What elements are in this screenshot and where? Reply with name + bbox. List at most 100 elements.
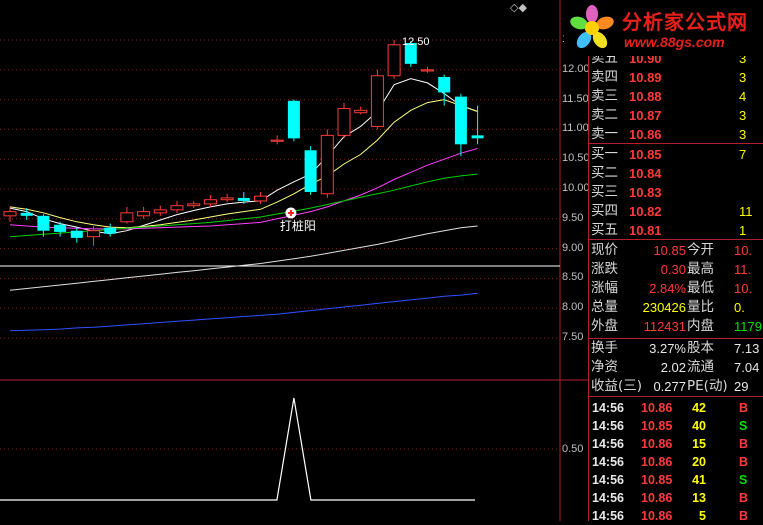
candle [137, 206, 151, 219]
tick-row[interactable]: 14:56 10.86 20 B [589, 453, 763, 471]
candle [454, 93, 467, 157]
signal-label: 打桩阳 [280, 218, 316, 233]
bid-row: 买二 10.84 [591, 165, 662, 181]
candle [370, 69, 384, 130]
ma-line-ma120 [9, 292, 478, 332]
quote-row: 总量 230426 量比 0. [591, 299, 745, 315]
candle-body [454, 96, 467, 145]
kline-chart[interactable]: 12.50 打桩阳 [0, 0, 588, 521]
candle-body [254, 195, 267, 202]
candle-body [304, 150, 317, 192]
tick-row[interactable]: 14:56 10.86 15 B [589, 435, 763, 453]
candle-body [438, 76, 451, 93]
quote-row: 涨幅 2.84% 最低 10. [591, 280, 753, 296]
ask-row: 卖二 10.87 3 [591, 107, 747, 123]
candle-body [370, 75, 384, 127]
candle-body [54, 224, 67, 232]
candle-body [37, 215, 50, 231]
candle [304, 146, 317, 195]
flower-logo-icon [570, 5, 614, 49]
candle-body [354, 109, 368, 114]
candle-body [153, 209, 167, 214]
tick-row[interactable]: 14:56 10.85 40 S [589, 417, 763, 435]
candle-body [120, 212, 134, 223]
bid-row: 买三 10.83 [591, 184, 662, 200]
bid-row: 买四 10.82 11 [591, 203, 753, 219]
tick-row[interactable]: 14:56 10.86 5 B [589, 507, 763, 525]
bid-row: 买一 10.85 7 [591, 146, 747, 162]
candle [320, 129, 334, 198]
candle [153, 205, 167, 216]
sub-indicator [0, 397, 475, 501]
divider [589, 396, 763, 397]
candle-body [220, 197, 234, 201]
ask-row: 卖三 10.88 4 [591, 88, 747, 104]
candle-body [137, 211, 151, 217]
candle-body [104, 227, 117, 234]
candle-body [87, 230, 100, 238]
ask-row: 卖四 10.89 3 [591, 69, 747, 85]
fundamental-row: 换手 3.27% 股本 7.13 [591, 340, 760, 356]
bid-row: 买五 10.81 1 [591, 222, 747, 238]
fundamental-row: 净资 2.02 流通 7.04 [591, 359, 760, 375]
candle [254, 191, 267, 204]
price-tick-label: 12.00 [562, 62, 590, 75]
sub-tick-label: 0.50 [562, 443, 584, 455]
price-tick-label: 11.00 [562, 122, 589, 135]
price-tick-label: 10.50 [562, 152, 590, 165]
candle [70, 227, 83, 243]
price-tick-label: 9.00 [562, 241, 584, 254]
candle-body [70, 230, 83, 238]
ma-line-ma30 [9, 173, 478, 238]
candle [37, 214, 50, 237]
ma-line-ma5 [9, 78, 478, 235]
candle [387, 40, 401, 79]
candle-body [471, 135, 484, 139]
quote-row: 现价 10.85 今开 10. [591, 242, 753, 258]
candle-body [237, 197, 250, 201]
quote-row: 涨跌 0.30 最高 11. [591, 261, 752, 277]
candle [421, 66, 434, 73]
price-tick-label: 11.50 [562, 92, 589, 105]
price-tick-label: 8.00 [562, 301, 584, 314]
candle-body [187, 203, 201, 207]
ma-line-ma10 [9, 99, 478, 229]
sub-indicator-line [0, 397, 475, 501]
tick-row[interactable]: 14:56 10.86 42 B [589, 399, 763, 417]
divider [589, 143, 763, 144]
candle-body [320, 134, 334, 195]
divider [589, 239, 763, 240]
candle-body [20, 212, 33, 216]
candle [270, 135, 284, 145]
site-logo[interactable]: 分析家公式网 www.88gs.com [564, 0, 763, 56]
price-tick-label: 7.50 [562, 331, 584, 343]
quote-row: 外盘 112431 内盘 1179 [591, 318, 762, 334]
quote-panel: 卖五 10.90 3 卖四 10.89 3 卖三 10.88 4 卖二 10.87 3 卖一 10.86 3… [588, 0, 763, 523]
price-tick-label: 8.50 [562, 271, 584, 284]
candle-body [337, 108, 351, 136]
moving-average-lines [9, 78, 478, 332]
tick-row[interactable]: 14:56 10.85 41 S [589, 471, 763, 489]
candle-body [421, 69, 434, 72]
candle-body [3, 211, 17, 217]
candle-body [270, 139, 284, 142]
fundamental-row: 收益(三) 0.277 PE(动) 29 [591, 378, 749, 394]
candle-body [203, 199, 217, 205]
candle [220, 193, 234, 203]
candle-body [387, 44, 401, 77]
candle [170, 200, 184, 213]
candle [104, 223, 117, 237]
logo-url: www.88gs.com [624, 34, 725, 50]
logo-brand-text: 分析家公式网 [622, 10, 748, 34]
price-tick-label: 9.50 [562, 211, 584, 224]
corner-toggle-icons[interactable]: ◇◆ [510, 1, 527, 14]
ask-row: 卖一 10.86 3 [591, 126, 747, 142]
candle [354, 106, 368, 115]
signal-marker [285, 207, 297, 219]
candle [337, 102, 351, 139]
chart-grid [0, 0, 588, 521]
price-tick-label: 10.00 [562, 182, 590, 194]
candle-body [170, 205, 184, 211]
tick-row[interactable]: 14:56 10.86 13 B [589, 489, 763, 507]
candle-body [287, 100, 300, 139]
